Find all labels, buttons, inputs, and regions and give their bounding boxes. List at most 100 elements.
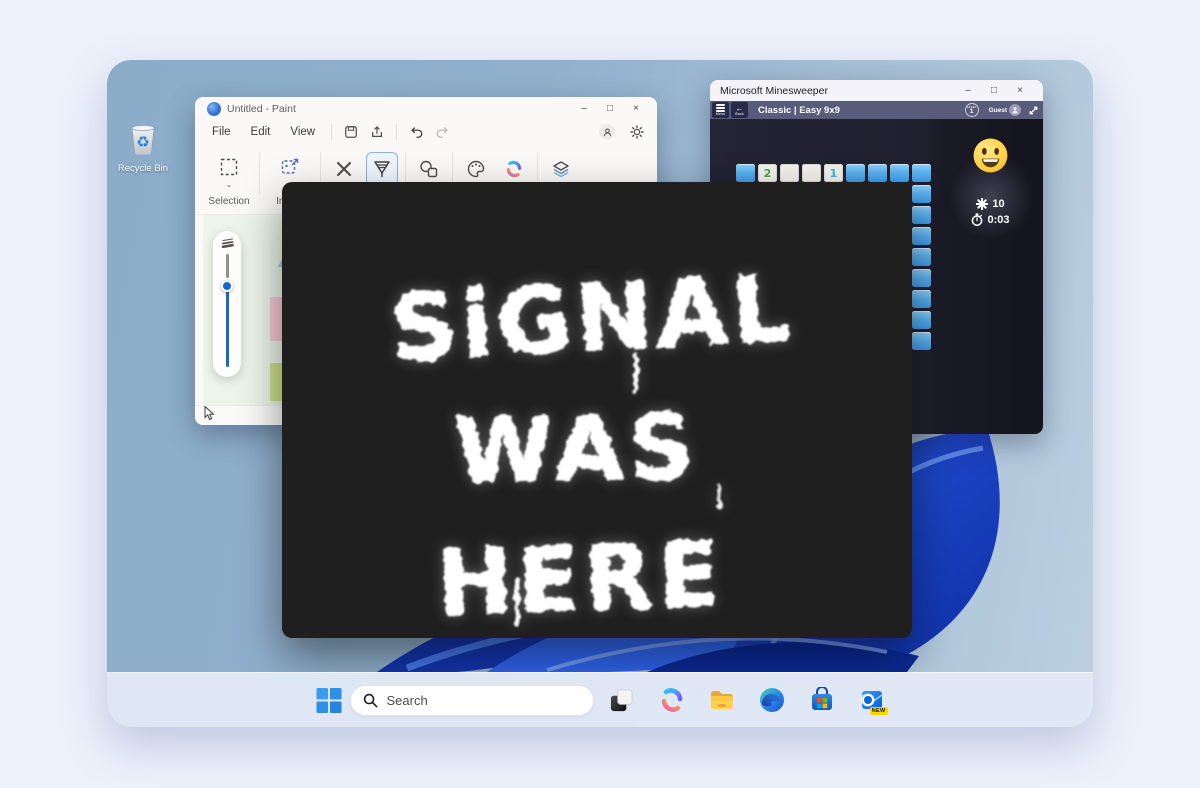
tools-button[interactable] <box>328 152 360 186</box>
mine-tile[interactable] <box>912 164 931 182</box>
mine-tile[interactable] <box>912 332 931 350</box>
recycle-bin-icon: ♻ <box>128 122 158 156</box>
paint-menu-edit[interactable]: Edit <box>242 124 280 140</box>
stopwatch-icon <box>971 213 983 226</box>
copilot-button[interactable] <box>659 687 685 713</box>
mine-tile[interactable] <box>912 206 931 224</box>
pencil-tools-icon <box>334 159 354 179</box>
minesweeper-window-title: Microsoft Minesweeper <box>720 85 828 97</box>
minesweeper-minimize-button[interactable]: – <box>955 82 981 100</box>
paint-account-button[interactable] <box>599 124 615 140</box>
graffiti-line-2: WAS <box>453 395 699 504</box>
paint-menu-bar: File Edit View <box>195 120 657 144</box>
minesweeper-title-bar: Microsoft Minesweeper – □ × <box>710 80 1043 101</box>
smiley-face[interactable] <box>972 137 1009 179</box>
paint-menu-file[interactable]: File <box>203 124 240 140</box>
graffiti-art: SiGNAL WAS HERE <box>282 182 912 638</box>
shapes-button[interactable] <box>413 152 445 186</box>
mine-tile[interactable] <box>912 185 931 203</box>
mine-tile[interactable] <box>912 248 931 266</box>
recycle-bin-label: Recycle Bin <box>111 163 175 174</box>
mine-tile[interactable] <box>736 164 755 182</box>
task-view-icon <box>609 688 634 713</box>
mine-tile[interactable] <box>890 164 909 182</box>
recycle-bin[interactable]: ♻ Recycle Bin <box>111 122 175 174</box>
user-name-label: Guest <box>989 107 1007 114</box>
store-button[interactable] <box>809 687 835 713</box>
undo-button[interactable] <box>404 122 428 142</box>
paint-app-icon <box>207 102 221 116</box>
minesweeper-close-button[interactable]: × <box>1007 82 1033 100</box>
desktop-screen: ♻ Recycle Bin Untitled - Paint – □ × Fil… <box>107 60 1093 727</box>
mine-tile[interactable] <box>912 269 931 287</box>
brush-size-slider[interactable] <box>226 254 229 367</box>
expand-icon <box>1028 105 1039 116</box>
edge-icon <box>759 687 785 713</box>
minesweeper-back-button[interactable]: ← Back <box>731 102 748 118</box>
copilot-icon <box>505 160 523 178</box>
undo-icon <box>409 125 424 139</box>
start-button[interactable] <box>316 687 342 713</box>
selection-tool-group[interactable]: ⌄ Selection <box>203 152 255 207</box>
avatar[interactable] <box>1009 104 1021 116</box>
file-explorer-button[interactable] <box>709 687 735 713</box>
level-badge-value: 1 <box>970 109 974 115</box>
paint-menu-view[interactable]: View <box>281 124 324 140</box>
shapes-icon <box>419 159 439 179</box>
chevron-down-icon: ⌄ <box>226 183 233 187</box>
layers-icon <box>551 159 571 179</box>
back-arrow-icon: ← <box>736 105 744 112</box>
paint-close-button[interactable]: × <box>623 100 649 118</box>
mine-tile[interactable] <box>912 227 931 245</box>
brush-tool-button-selected[interactable] <box>366 152 398 186</box>
taskbar: Search <box>107 672 1093 727</box>
outlook-new-badge: NEW <box>870 707 888 715</box>
paint-minimize-button[interactable]: – <box>571 100 597 118</box>
paint-title-bar: Untitled - Paint – □ × <box>195 97 657 120</box>
mine-tile[interactable] <box>846 164 865 182</box>
mine-tile[interactable] <box>868 164 887 182</box>
colors-button[interactable] <box>460 152 492 186</box>
selection-group-label: Selection <box>208 196 249 207</box>
file-explorer-icon <box>709 687 735 713</box>
fullscreen-button[interactable] <box>1025 102 1041 118</box>
graffiti-line-3: HERE <box>435 522 726 637</box>
game-mode-title: Classic | Easy 9x9 <box>758 105 840 116</box>
minesweeper-menu-button[interactable]: Menu <box>712 102 729 118</box>
paint-copilot-button[interactable] <box>498 152 530 186</box>
level-badge[interactable]: LEVEL 1 <box>965 103 979 117</box>
share-button[interactable] <box>365 122 389 142</box>
search-icon <box>363 693 378 708</box>
selection-icon <box>220 158 238 176</box>
task-view-button[interactable] <box>609 687 635 713</box>
slider-thumb[interactable] <box>221 280 233 292</box>
outlook-button[interactable]: NEW <box>859 687 885 713</box>
mine-tile[interactable] <box>780 164 799 182</box>
mine-tile[interactable]: 2 <box>758 164 777 182</box>
brush-size-panel <box>213 231 241 377</box>
search-label: Search <box>387 693 428 708</box>
paint-maximize-button[interactable]: □ <box>597 100 623 118</box>
hamburger-icon <box>716 104 725 112</box>
layers-button[interactable] <box>545 152 577 186</box>
share-icon <box>370 125 384 139</box>
windows-logo-icon <box>316 687 342 714</box>
edge-button[interactable] <box>759 687 785 713</box>
mine-tile[interactable] <box>802 164 821 182</box>
mines-count-value: 10 <box>992 198 1004 210</box>
paint-settings-button[interactable] <box>625 122 649 142</box>
mines-counter: 10 <box>976 198 1004 210</box>
svg-text:♻: ♻ <box>136 133 149 151</box>
search-input[interactable]: Search <box>350 685 594 716</box>
save-button[interactable] <box>339 122 363 142</box>
image-icon <box>281 158 300 176</box>
mine-tile[interactable] <box>912 311 931 329</box>
mine-tile[interactable]: 1 <box>824 164 843 182</box>
mine-tile[interactable] <box>912 290 931 308</box>
minesweeper-maximize-button[interactable]: □ <box>981 82 1007 100</box>
redo-button[interactable] <box>430 122 454 142</box>
timer-value: 0:03 <box>987 214 1009 226</box>
menu-button-label: Menu <box>716 112 726 116</box>
smiley-icon <box>972 137 1009 174</box>
copilot-icon <box>659 687 685 713</box>
